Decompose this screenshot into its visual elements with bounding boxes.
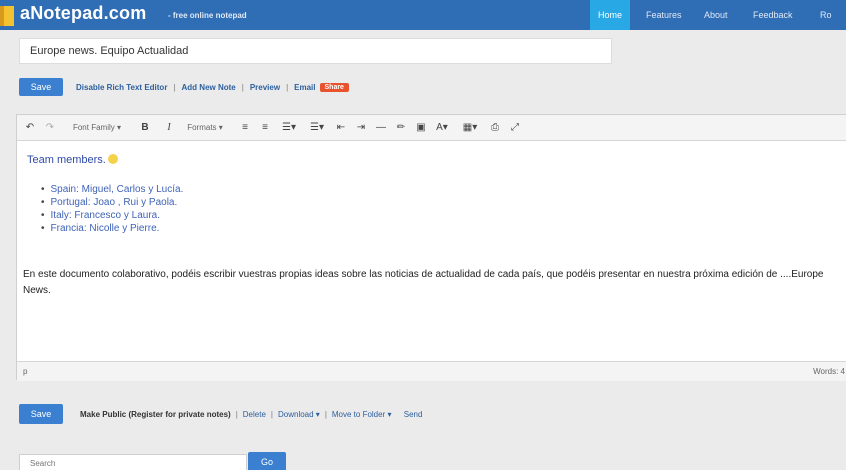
background-color-icon[interactable]: ▦▾ [459, 115, 481, 141]
italic-button[interactable]: I [163, 115, 175, 141]
search-input[interactable] [19, 454, 247, 470]
search-button[interactable]: Go [248, 452, 286, 470]
move-to-folder-dropdown[interactable]: Move to Folder ▾ [332, 410, 392, 419]
make-public-link[interactable]: Make Public (Register for private notes) [80, 410, 231, 419]
team-members-text: Team members. [27, 154, 106, 166]
move-label: Move to Folder [331, 410, 386, 419]
list-item: Italy: Francesco y Laura. [41, 209, 183, 222]
send-link[interactable]: Send [404, 410, 423, 419]
word-count: Words: 4 [813, 367, 845, 376]
brand-name[interactable]: aNotepad.com [20, 3, 146, 24]
note-title-input[interactable] [19, 38, 612, 64]
link-icon[interactable]: ✏ [395, 115, 407, 141]
align-center-icon[interactable]: ≡ [259, 115, 271, 141]
bullet-list-icon[interactable]: ☰▾ [277, 115, 301, 141]
nav-feedback[interactable]: Feedback [745, 0, 801, 30]
indent-icon[interactable]: ⇥ [355, 115, 367, 141]
notepad-logo-icon[interactable] [0, 6, 14, 26]
add-new-note-link[interactable]: Add New Note [182, 83, 236, 92]
save-button[interactable]: Save [19, 78, 63, 96]
team-members-list: Spain: Miguel, Carlos y Lucía. Portugal:… [41, 183, 184, 235]
bold-button[interactable]: B [139, 115, 151, 141]
tagline: - free online notepad [168, 11, 247, 20]
delete-link[interactable]: Delete [243, 410, 266, 419]
font-family-label: Font Family [72, 123, 115, 132]
nav-features[interactable]: Features [638, 0, 690, 30]
top-nav-bar: aNotepad.com - free online notepad Home … [0, 0, 846, 30]
outdent-icon[interactable]: ⇤ [335, 115, 347, 141]
rich-text-editor: ↶ ↷ Font Family ▾ B I Formats ▾ ≡ ≡ ☰▾ ☰… [16, 114, 846, 381]
nav-about[interactable]: About [696, 0, 736, 30]
font-family-select[interactable]: Font Family ▾ [69, 115, 125, 141]
bottom-action-links: Make Public (Register for private notes)… [80, 410, 423, 419]
undo-icon[interactable]: ↶ [23, 115, 37, 141]
element-path[interactable]: p [23, 367, 27, 376]
download-label: Download [277, 410, 314, 419]
nav-overflow[interactable]: Ro [812, 0, 832, 30]
list-item: Francia: Nicolle y Pierre. [41, 222, 183, 235]
fullscreen-icon[interactable]: ⤢ [509, 115, 521, 141]
nav-home[interactable]: Home [590, 0, 631, 30]
email-link[interactable]: Email [294, 83, 315, 92]
print-icon[interactable]: ⎙ [489, 115, 501, 141]
text-color-icon[interactable]: A▾ [431, 115, 453, 141]
smiley-icon [107, 154, 118, 164]
formats-label: Formats [187, 123, 217, 132]
image-icon[interactable]: ▣ [415, 115, 427, 141]
disable-rich-text-link[interactable]: Disable Rich Text Editor [76, 83, 167, 92]
team-members-heading: Team members. [27, 154, 118, 166]
body-paragraph: En este documento colaborativo, podéis e… [23, 269, 824, 296]
horizontal-rule-icon[interactable]: — [375, 115, 387, 141]
list-item: Portugal: Joao , Rui y Paola. [41, 196, 183, 209]
download-dropdown[interactable]: Download ▾ [278, 410, 320, 419]
editor-toolbar: ↶ ↷ Font Family ▾ B I Formats ▾ ≡ ≡ ☰▾ ☰… [17, 115, 846, 141]
list-item: Spain: Miguel, Carlos y Lucía. [41, 183, 184, 196]
editor-statusbar: p Words: 4 [17, 361, 846, 381]
align-left-icon[interactable]: ≡ [239, 115, 251, 141]
preview-link[interactable]: Preview [250, 83, 280, 92]
action-links: Disable Rich Text Editor | Add New Note | Pr… [76, 83, 349, 93]
numbered-list-icon[interactable]: ☰▾ [305, 115, 329, 141]
editor-content[interactable]: Team members. Spain: Miguel, Carlos y Lu… [17, 141, 846, 361]
formats-select[interactable]: Formats ▾ [185, 115, 225, 141]
save-button-bottom[interactable]: Save [19, 404, 63, 424]
redo-icon[interactable]: ↷ [43, 115, 57, 141]
share-button[interactable]: Share [319, 83, 349, 93]
